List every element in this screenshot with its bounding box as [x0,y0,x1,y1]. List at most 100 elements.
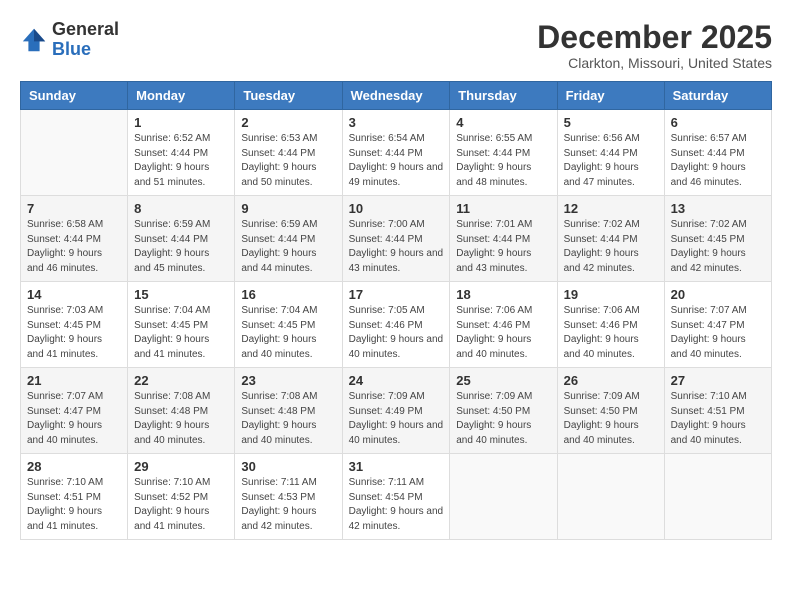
day-number: 27 [671,373,765,388]
weekday-header-tuesday: Tuesday [235,82,342,110]
day-number: 17 [349,287,444,302]
calendar-cell: 29 Sunrise: 7:10 AM Sunset: 4:52 PM Dayli… [128,454,235,540]
day-info: Sunrise: 7:10 AM Sunset: 4:51 PM Dayligh… [671,390,765,448]
day-info: Sunrise: 7:02 AM Sunset: 4:44 PM Dayligh… [564,218,658,276]
calendar-cell: 22Sunrise: 7:08 AM Sunset: 4:48 PM Dayli… [128,368,235,454]
calendar-cell [664,454,771,540]
day-number: 29 [134,459,228,474]
day-number: 14 [27,287,121,302]
day-info: Sunrise: 7:08 AM Sunset: 4:48 PM Dayligh… [134,390,228,448]
day-number: 23 [241,373,335,388]
day-info: Sunrise: 6:57 AM Sunset: 4:44 PM Dayligh… [671,132,765,190]
day-info: Sunrise: 7:07 AM Sunset: 4:47 PM Dayligh… [671,304,765,362]
day-number: 11 [456,201,550,216]
day-info: Sunrise: 7:07 AM Sunset: 4:47 PM Dayligh… [27,390,121,448]
calendar-cell: 15Sunrise: 7:04 AM Sunset: 4:45 PM Dayli… [128,282,235,368]
calendar-cell: 7Sunrise: 6:58 AM Sunset: 4:44 PM Daylig… [21,196,128,282]
logo-general-text: General [52,19,119,39]
weekday-header-thursday: Thursday [450,82,557,110]
calendar-cell: 28Sunrise: 7:10 AM Sunset: 4:51 PM Dayli… [21,454,128,540]
calendar-cell [450,454,557,540]
day-info: Sunrise: 7:10 AM Sunset: 4:52 PM Dayligh… [134,476,228,534]
week-row-4: 21 Sunrise: 7:07 AM Sunset: 4:47 PM Dayli… [21,368,772,454]
calendar-cell: 26 Sunrise: 7:09 AM Sunset: 4:50 PM Dayli… [557,368,664,454]
calendar-cell: 19 Sunrise: 7:06 AM Sunset: 4:46 PM Dayli… [557,282,664,368]
calendar-cell: 6Sunrise: 6:57 AM Sunset: 4:44 PM Daylig… [664,110,771,196]
day-info: Sunrise: 6:54 AM Sunset: 4:44 PM Dayligh… [349,132,444,190]
day-info: Sunrise: 7:02 AM Sunset: 4:45 PM Dayligh… [671,218,765,276]
day-number: 13 [671,201,765,216]
calendar-cell: 13 Sunrise: 7:02 AM Sunset: 4:45 PM Dayli… [664,196,771,282]
weekday-header-saturday: Saturday [664,82,771,110]
day-number: 26 [564,373,658,388]
logo: General Blue [20,20,119,60]
calendar-cell: 1 Sunrise: 6:52 AM Sunset: 4:44 PM Daylig… [128,110,235,196]
day-number: 8 [134,201,228,216]
day-number: 2 [241,115,335,130]
calendar-cell: 16 Sunrise: 7:04 AM Sunset: 4:45 PM Dayli… [235,282,342,368]
calendar-cell: 24 Sunrise: 7:09 AM Sunset: 4:49 PM Dayli… [342,368,450,454]
day-info: Sunrise: 7:11 AM Sunset: 4:53 PM Dayligh… [241,476,335,534]
day-number: 16 [241,287,335,302]
calendar-cell: 27 Sunrise: 7:10 AM Sunset: 4:51 PM Dayli… [664,368,771,454]
day-number: 19 [564,287,658,302]
weekday-header-monday: Monday [128,82,235,110]
day-info: Sunrise: 7:06 AM Sunset: 4:46 PM Dayligh… [456,304,550,362]
title-block: December 2025 Clarkton, Missouri, United… [537,20,772,71]
day-number: 30 [241,459,335,474]
weekday-header-wednesday: Wednesday [342,82,450,110]
day-info: Sunrise: 7:09 AM Sunset: 4:50 PM Dayligh… [564,390,658,448]
day-info: Sunrise: 7:05 AM Sunset: 4:46 PM Dayligh… [349,304,444,362]
day-info: Sunrise: 7:09 AM Sunset: 4:49 PM Dayligh… [349,390,444,448]
day-number: 21 [27,373,121,388]
calendar-cell: 9 Sunrise: 6:59 AM Sunset: 4:44 PM Daylig… [235,196,342,282]
calendar-cell: 4 Sunrise: 6:55 AM Sunset: 4:44 PM Daylig… [450,110,557,196]
calendar-cell: 5 Sunrise: 6:56 AM Sunset: 4:44 PM Daylig… [557,110,664,196]
week-row-1: 1 Sunrise: 6:52 AM Sunset: 4:44 PM Daylig… [21,110,772,196]
day-info: Sunrise: 7:00 AM Sunset: 4:44 PM Dayligh… [349,218,444,276]
calendar-cell: 2 Sunrise: 6:53 AM Sunset: 4:44 PM Daylig… [235,110,342,196]
day-info: Sunrise: 7:03 AM Sunset: 4:45 PM Dayligh… [27,304,121,362]
location-text: Clarkton, Missouri, United States [537,55,772,71]
day-info: Sunrise: 6:59 AM Sunset: 4:44 PM Dayligh… [134,218,228,276]
logo-text: General Blue [52,20,119,60]
day-number: 10 [349,201,444,216]
day-number: 25 [456,373,550,388]
day-number: 9 [241,201,335,216]
week-row-3: 14 Sunrise: 7:03 AM Sunset: 4:45 PM Dayli… [21,282,772,368]
calendar-table: SundayMondayTuesdayWednesdayThursdayFrid… [20,81,772,540]
month-title: December 2025 [537,20,772,55]
day-number: 3 [349,115,444,130]
day-info: Sunrise: 7:11 AM Sunset: 4:54 PM Dayligh… [349,476,444,534]
calendar-cell: 3 Sunrise: 6:54 AM Sunset: 4:44 PM Daylig… [342,110,450,196]
day-info: Sunrise: 6:53 AM Sunset: 4:44 PM Dayligh… [241,132,335,190]
day-number: 12 [564,201,658,216]
calendar-cell: 20 Sunrise: 7:07 AM Sunset: 4:47 PM Dayli… [664,282,771,368]
calendar-cell: 21 Sunrise: 7:07 AM Sunset: 4:47 PM Dayli… [21,368,128,454]
day-number: 4 [456,115,550,130]
calendar-cell: 18 Sunrise: 7:06 AM Sunset: 4:46 PM Dayli… [450,282,557,368]
page-header: General Blue December 2025 Clarkton, Mis… [20,20,772,71]
day-number: 5 [564,115,658,130]
day-info: Sunrise: 7:09 AM Sunset: 4:50 PM Dayligh… [456,390,550,448]
day-info: Sunrise: 6:55 AM Sunset: 4:44 PM Dayligh… [456,132,550,190]
day-info: Sunrise: 6:59 AM Sunset: 4:44 PM Dayligh… [241,218,335,276]
day-number: 20 [671,287,765,302]
calendar-cell: 25 Sunrise: 7:09 AM Sunset: 4:50 PM Dayli… [450,368,557,454]
calendar-cell: 10 Sunrise: 7:00 AM Sunset: 4:44 PM Dayli… [342,196,450,282]
day-info: Sunrise: 7:04 AM Sunset: 4:45 PM Dayligh… [241,304,335,362]
logo-icon [20,26,48,54]
calendar-cell: 11Sunrise: 7:01 AM Sunset: 4:44 PM Dayli… [450,196,557,282]
day-info: Sunrise: 6:52 AM Sunset: 4:44 PM Dayligh… [134,132,228,190]
day-number: 24 [349,373,444,388]
calendar-cell: 31Sunrise: 7:11 AM Sunset: 4:54 PM Dayli… [342,454,450,540]
calendar-cell: 8 Sunrise: 6:59 AM Sunset: 4:44 PM Daylig… [128,196,235,282]
day-number: 18 [456,287,550,302]
day-number: 1 [134,115,228,130]
day-info: Sunrise: 7:06 AM Sunset: 4:46 PM Dayligh… [564,304,658,362]
logo-blue-text: Blue [52,39,91,59]
day-info: Sunrise: 6:56 AM Sunset: 4:44 PM Dayligh… [564,132,658,190]
calendar-cell: 12 Sunrise: 7:02 AM Sunset: 4:44 PM Dayli… [557,196,664,282]
day-info: Sunrise: 7:08 AM Sunset: 4:48 PM Dayligh… [241,390,335,448]
day-info: Sunrise: 7:04 AM Sunset: 4:45 PM Dayligh… [134,304,228,362]
